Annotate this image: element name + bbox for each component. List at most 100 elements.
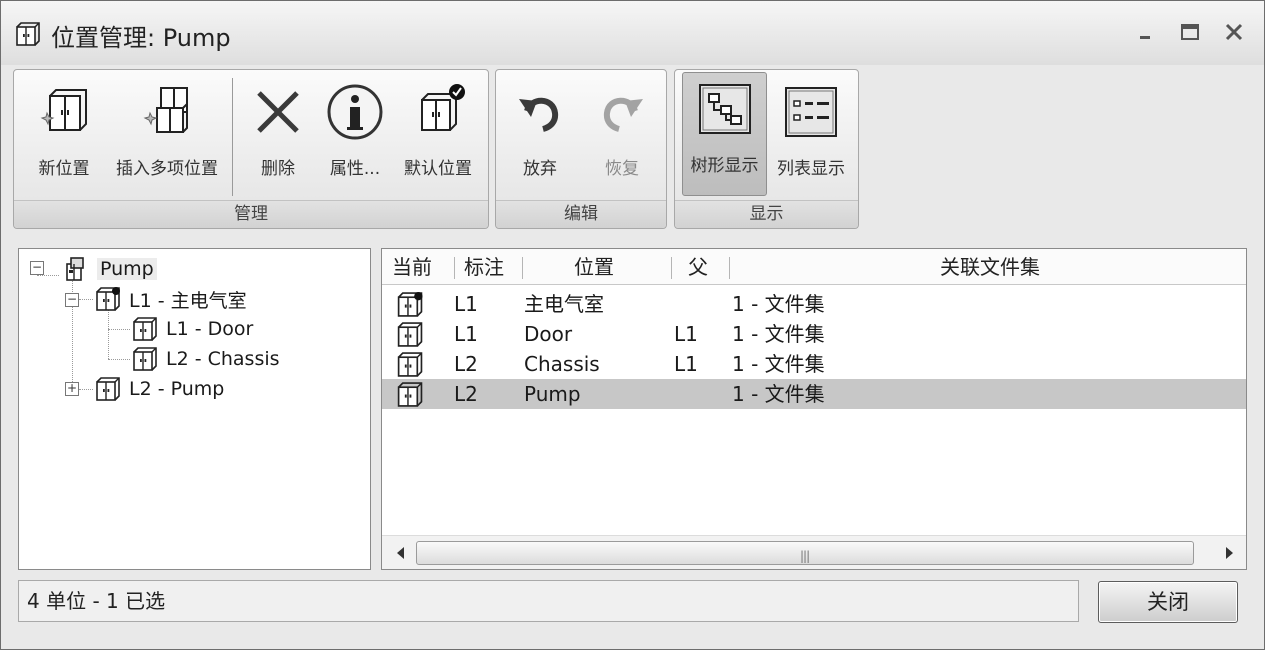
redo-icon [590, 80, 654, 144]
cell-location: 主电气室 [524, 292, 604, 316]
status-bar: 4 单位 - 1 已选 [18, 580, 1079, 622]
maximize-button[interactable] [1173, 17, 1207, 47]
delete-label: 删除 [261, 159, 295, 179]
properties-button[interactable]: 属性... [320, 76, 390, 196]
window-title: 位置管理: Pump [51, 24, 231, 52]
tree-connector [108, 307, 109, 359]
location-list[interactable]: 当前 标注 位置 父 关联文件集 L1 主电气室 1 - 文件集 L1 Door… [381, 248, 1247, 570]
cabinet-icon [130, 316, 158, 342]
ribbon-group-label: 编辑 [496, 200, 666, 228]
cell-location: Pump [524, 382, 581, 406]
ribbon-group-manage: 新位置 插入多项位置 删除 属性... 默认位置 管理 [13, 69, 489, 229]
cell-location: Door [524, 322, 573, 346]
cabinet-icon [394, 381, 424, 408]
delete-button[interactable]: 删除 [246, 76, 310, 196]
insert-multiple-locations-label: 插入多项位置 [116, 159, 218, 179]
column-divider[interactable] [522, 257, 523, 279]
redo-label: 恢复 [605, 159, 639, 179]
cell-mark: L2 [454, 382, 478, 406]
list-view-label: 列表显示 [777, 159, 845, 179]
tree-root-label: Pump [97, 258, 157, 280]
cell-location: Chassis [524, 352, 600, 376]
new-location-button[interactable]: 新位置 [26, 76, 102, 196]
expand-toggle[interactable]: + [65, 382, 79, 396]
scroll-left-icon[interactable] [394, 546, 408, 560]
tree-item-label: L2 - Pump [129, 378, 225, 400]
location-manager-window: 位置管理: Pump 新位置 插入多项位置 删除 属性... 默认位置 管理 放… [0, 0, 1265, 650]
cabinet-icon [130, 346, 158, 372]
column-header-parent[interactable]: 父 [688, 249, 708, 285]
cell-parent: L1 [674, 352, 698, 376]
cell-mark: L1 [454, 322, 478, 346]
default-location-button[interactable]: 默认位置 [398, 76, 478, 196]
close-button[interactable]: 关闭 [1098, 581, 1238, 623]
list-view-button[interactable]: 列表显示 [771, 76, 851, 196]
default-location-label: 默认位置 [404, 159, 472, 179]
close-icon [1225, 23, 1243, 41]
info-icon [323, 80, 387, 144]
list-header: 当前 标注 位置 父 关联文件集 [382, 249, 1246, 285]
status-text: 4 单位 - 1 已选 [27, 589, 166, 613]
column-divider[interactable] [671, 257, 672, 279]
insert-multiple-locations-icon [135, 80, 199, 144]
minimize-button[interactable] [1129, 17, 1163, 47]
column-header-location[interactable]: 位置 [574, 249, 614, 285]
tree-view-button[interactable]: 树形显示 [682, 72, 767, 196]
redo-button[interactable]: 恢复 [590, 76, 654, 196]
ribbon-separator [232, 78, 233, 196]
close-window-button[interactable] [1217, 17, 1251, 47]
collapse-toggle[interactable]: − [65, 293, 79, 307]
column-divider[interactable] [729, 257, 730, 279]
delete-x-icon [246, 80, 310, 144]
cabinet-icon [394, 321, 424, 348]
tree-connector [79, 389, 93, 390]
cabinet-icon [93, 376, 121, 402]
new-location-label: 新位置 [38, 159, 90, 179]
scrollbar-thumb[interactable]: ||| [416, 541, 1194, 565]
tree-item-label: L1 - Door [166, 318, 254, 340]
cabinet-icon [13, 21, 41, 47]
cell-mark: L1 [454, 292, 478, 316]
insert-multiple-locations-button[interactable]: 插入多项位置 [108, 76, 226, 196]
table-row[interactable]: L1 Door L1 1 - 文件集 [382, 319, 1246, 349]
tree-item[interactable]: L1 - Door [130, 315, 253, 343]
column-divider[interactable] [454, 257, 455, 279]
tree-item-root[interactable]: Pump [61, 255, 157, 283]
default-location-icon [406, 80, 470, 144]
title-bar: 位置管理: Pump [1, 1, 1264, 65]
cell-fileset: 1 - 文件集 [732, 382, 825, 406]
location-tree[interactable]: − Pump − L1 - 主电气室 L1 - Door L2 - Chassi… [18, 248, 371, 570]
table-row[interactable]: L2 Chassis L1 1 - 文件集 [382, 349, 1246, 379]
tree-item[interactable]: L2 - Chassis [130, 345, 280, 373]
table-row-selected[interactable]: L2 Pump 1 - 文件集 [382, 379, 1246, 409]
default-location-icon [93, 287, 120, 312]
cell-fileset: 1 - 文件集 [732, 322, 825, 346]
column-header-mark[interactable]: 标注 [464, 249, 504, 285]
ribbon-group-label: 管理 [14, 200, 488, 228]
ribbon-group-display: 树形显示 列表显示 显示 [674, 69, 859, 229]
column-header-current[interactable]: 当前 [392, 249, 432, 285]
tree-item[interactable]: L2 - Pump [93, 375, 224, 403]
undo-button[interactable]: 放弃 [508, 76, 572, 196]
cell-parent: L1 [674, 322, 698, 346]
tree-item[interactable]: L1 - 主电气室 [93, 285, 247, 313]
table-row[interactable]: L1 主电气室 1 - 文件集 [382, 289, 1246, 319]
tree-item-label: L2 - Chassis [166, 348, 280, 370]
cell-mark: L2 [454, 352, 478, 376]
undo-label: 放弃 [523, 159, 557, 179]
undo-icon [508, 80, 572, 144]
assembly-icon [66, 257, 84, 281]
scroll-right-icon[interactable] [1222, 546, 1236, 560]
tree-view-icon [693, 77, 757, 141]
ribbon-group-label: 显示 [675, 200, 858, 228]
collapse-toggle[interactable]: − [30, 261, 44, 275]
tree-connector [79, 299, 93, 300]
tree-item-label: L1 - 主电气室 [129, 289, 247, 312]
tree-connector [72, 273, 73, 388]
maximize-icon [1181, 24, 1199, 40]
horizontal-scrollbar[interactable]: ||| [382, 535, 1246, 569]
tree-connector [108, 329, 130, 330]
list-view-icon [779, 80, 843, 144]
column-header-fileset[interactable]: 关联文件集 [940, 249, 1040, 285]
cabinet-icon [394, 351, 424, 378]
